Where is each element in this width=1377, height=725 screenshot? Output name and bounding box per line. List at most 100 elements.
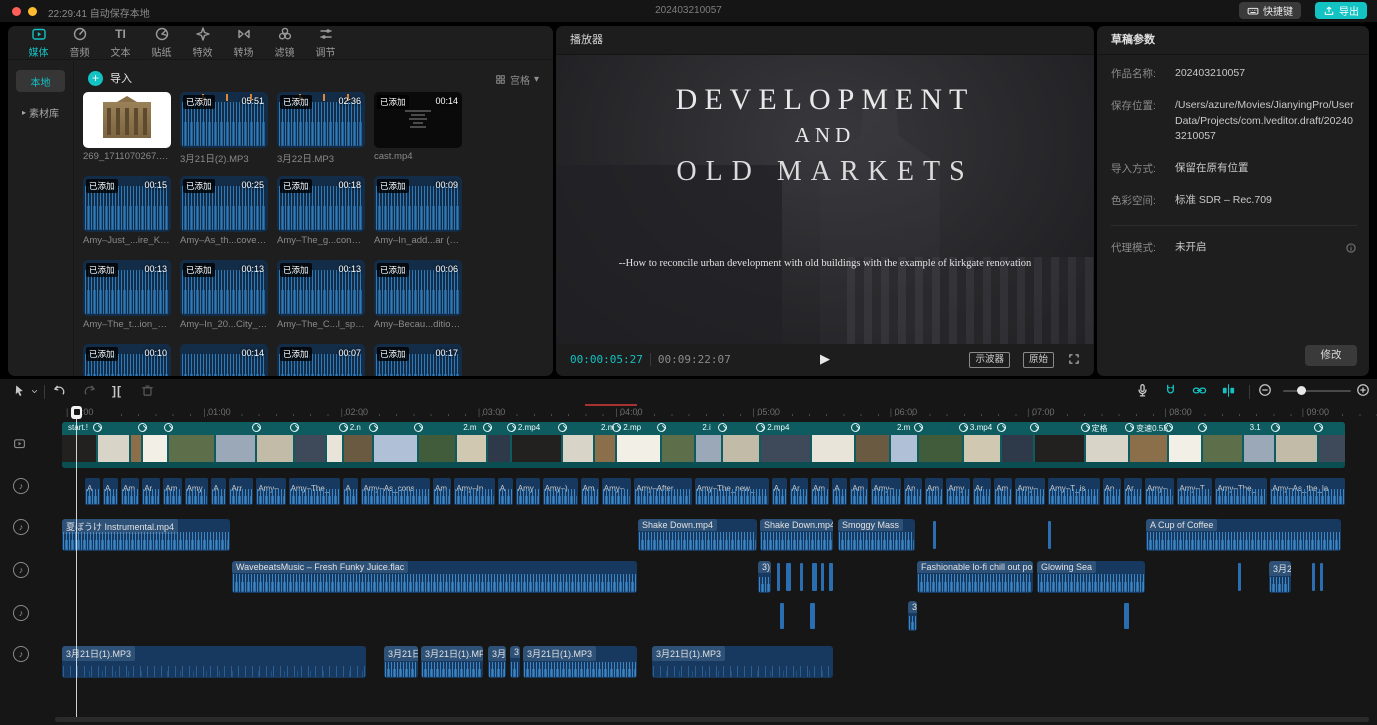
media-thumbnail[interactable]: 已添加00:18 bbox=[277, 176, 365, 232]
modify-button[interactable]: 修改 bbox=[1305, 345, 1357, 366]
media-thumbnail[interactable]: 已添加00:15 bbox=[83, 176, 171, 232]
transition-icon[interactable] bbox=[718, 423, 727, 432]
export-button[interactable]: 导出 bbox=[1315, 2, 1367, 19]
timeline-ruler[interactable]: 00:0001:0002:0003:0004:0005:0006:0007:00… bbox=[55, 405, 1377, 421]
audio-clip[interactable]: 3月21日(1).MP3 bbox=[523, 646, 637, 678]
audio-clip[interactable]: Amy– bbox=[1015, 478, 1044, 505]
playhead-handle[interactable] bbox=[71, 406, 82, 419]
audio-clip[interactable]: Amy–T_is bbox=[1048, 478, 1100, 505]
transition-icon[interactable] bbox=[657, 423, 666, 432]
audio-clip[interactable]: 3月21日(1).MP3 bbox=[62, 646, 366, 678]
video-clip-thumbnail[interactable] bbox=[1130, 435, 1167, 462]
video-clip-thumbnail[interactable] bbox=[856, 435, 888, 462]
fullscreen-icon[interactable] bbox=[1068, 353, 1080, 365]
audio-clip[interactable]: Am bbox=[163, 478, 181, 505]
video-clip-thumbnail[interactable] bbox=[723, 435, 760, 462]
proxy-info-icon[interactable] bbox=[1345, 242, 1357, 254]
transition-icon[interactable] bbox=[483, 423, 492, 432]
audio-clip[interactable]: Amy–As_the_la bbox=[1270, 478, 1345, 505]
audio-clip-sliver[interactable] bbox=[1048, 521, 1051, 549]
video-clip-thumbnail[interactable] bbox=[419, 435, 456, 462]
audio-clip[interactable]: Am bbox=[994, 478, 1012, 505]
split-tool-button[interactable]: ][ bbox=[112, 384, 122, 398]
audio-clip[interactable]: Amy– bbox=[1145, 478, 1174, 505]
video-clip-thumbnail[interactable] bbox=[374, 435, 417, 462]
audio-clip[interactable]: Amy– bbox=[256, 478, 285, 505]
media-item[interactable]: 已添加00:17 bbox=[374, 344, 462, 376]
record-voiceover-button[interactable] bbox=[1135, 383, 1150, 398]
transition-icon[interactable] bbox=[558, 423, 567, 432]
media-thumbnail[interactable]: 已添加00:13 bbox=[83, 260, 171, 316]
media-thumbnail[interactable] bbox=[83, 92, 171, 148]
sidebar-item-library[interactable]: ▸素材库 bbox=[16, 101, 65, 123]
view-toggle[interactable]: 宫格 ▾ bbox=[495, 72, 539, 87]
media-thumbnail[interactable]: 已添加02:36 bbox=[277, 92, 365, 148]
audio-clip[interactable]: A bbox=[211, 478, 226, 505]
select-tool-button[interactable] bbox=[12, 383, 27, 398]
video-clip-thumbnail[interactable] bbox=[1002, 435, 1032, 462]
audio-clip[interactable]: 3月2 bbox=[488, 646, 506, 678]
audio-clip[interactable]: Fashionable lo-fi chill out pop(115 bbox=[917, 561, 1033, 593]
audio-clip[interactable]: Amy–After bbox=[634, 478, 691, 505]
zoom-slider-knob[interactable] bbox=[1297, 386, 1306, 395]
audio-clip-sliver[interactable] bbox=[1238, 563, 1241, 591]
media-thumbnail[interactable]: 已添加00:17 bbox=[374, 344, 462, 376]
audio-clip[interactable]: Amy bbox=[946, 478, 970, 505]
tab-media[interactable]: 媒体 bbox=[18, 27, 59, 59]
video-clip-thumbnail[interactable] bbox=[257, 435, 294, 462]
video-clip-thumbnail[interactable] bbox=[98, 435, 128, 462]
tab-text[interactable]: TI文本 bbox=[100, 27, 141, 59]
transition-icon[interactable] bbox=[339, 423, 348, 432]
audio-clip[interactable]: An bbox=[1103, 478, 1121, 505]
video-clip-thumbnail[interactable] bbox=[1086, 435, 1129, 462]
zoom-out-button[interactable] bbox=[1258, 383, 1272, 397]
media-thumbnail[interactable]: 已添加00:13 bbox=[180, 260, 268, 316]
audio-clip[interactable]: Am bbox=[811, 478, 829, 505]
scope-button[interactable]: 示波器 bbox=[969, 352, 1010, 368]
audio-clip[interactable]: 3 bbox=[908, 601, 917, 631]
media-thumbnail[interactable]: 已添加00:09 bbox=[374, 176, 462, 232]
video-clip-thumbnail[interactable] bbox=[563, 435, 593, 462]
audio-clip[interactable]: Ar bbox=[973, 478, 991, 505]
audio-clip-sliver[interactable] bbox=[780, 603, 784, 629]
audio-clip[interactable]: 3月21日( bbox=[384, 646, 418, 678]
video-clip-thumbnail[interactable] bbox=[891, 435, 917, 462]
undo-button[interactable] bbox=[52, 383, 67, 398]
video-clip-thumbnail[interactable] bbox=[1276, 435, 1317, 462]
audio-clip[interactable]: Glowing Sea bbox=[1037, 561, 1145, 593]
transition-icon[interactable] bbox=[1271, 423, 1280, 432]
audio-clip[interactable]: 3月21日(1).MP3 bbox=[652, 646, 833, 678]
transition-icon[interactable] bbox=[507, 423, 516, 432]
auto-split-button[interactable] bbox=[1221, 383, 1236, 398]
redo-button[interactable] bbox=[82, 383, 97, 398]
media-item[interactable]: 已添加00:06Amy–Becau...ditio.wav bbox=[374, 260, 462, 344]
chevron-down-icon[interactable] bbox=[30, 387, 39, 396]
audio-clip[interactable]: Shake Down.mp4 bbox=[760, 519, 833, 551]
media-item[interactable]: 已添加00:13Amy–The_t...ion_h.wav bbox=[83, 260, 171, 344]
playhead-line[interactable] bbox=[76, 406, 77, 717]
video-track[interactable]: start.!2.n2.m2.mp42.m2.mp2.i2.mp42.m3.mp… bbox=[62, 422, 1345, 468]
audio-clip[interactable]: Amy bbox=[516, 478, 540, 505]
audio-clip[interactable]: 3月2 bbox=[1269, 561, 1291, 593]
audio-clip[interactable]: A bbox=[832, 478, 847, 505]
audio-clip[interactable]: 3月21日(1).MP3 bbox=[421, 646, 483, 678]
transition-icon[interactable] bbox=[138, 423, 147, 432]
audio-clip[interactable]: A bbox=[103, 478, 118, 505]
audio-clip[interactable]: Arr bbox=[229, 478, 253, 505]
media-thumbnail[interactable]: 已添加00:06 bbox=[374, 260, 462, 316]
audio-clip-sliver[interactable] bbox=[933, 521, 936, 549]
original-quality-button[interactable]: 原始 bbox=[1023, 352, 1054, 368]
audio-clip[interactable]: Amy bbox=[185, 478, 209, 505]
media-item[interactable]: 已添加00:18Amy–The_g...consi.wav bbox=[277, 176, 365, 260]
media-item[interactable]: 已添加00:10 bbox=[83, 344, 171, 376]
transition-icon[interactable] bbox=[1030, 423, 1039, 432]
video-clip-thumbnail[interactable] bbox=[169, 435, 214, 462]
audio-clip[interactable]: Amy–In bbox=[454, 478, 495, 505]
audio-clip[interactable]: Am bbox=[433, 478, 451, 505]
video-clip-thumbnail[interactable] bbox=[919, 435, 962, 462]
audio-clip[interactable]: 3) bbox=[758, 561, 771, 593]
tab-sticker[interactable]: 贴纸 bbox=[141, 27, 182, 59]
media-item[interactable]: 已添加00:13Amy–The_C...l_spe.wav bbox=[277, 260, 365, 344]
audio-clip[interactable]: Ar bbox=[142, 478, 160, 505]
transition-icon[interactable] bbox=[414, 423, 423, 432]
